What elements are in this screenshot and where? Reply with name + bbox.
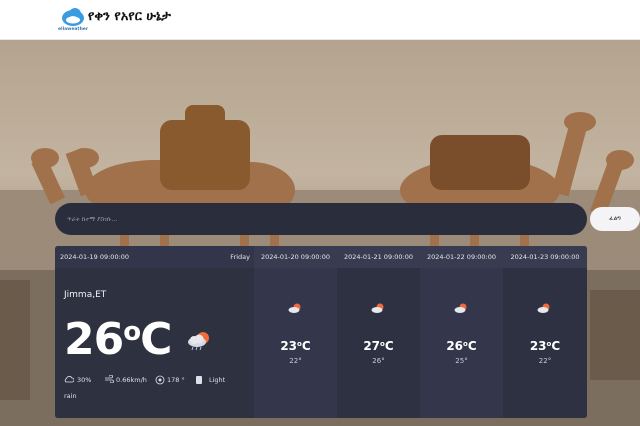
condition-value: Light bbox=[209, 376, 226, 384]
forecast-temp-value: 23 bbox=[529, 339, 547, 353]
forecast-temp-unit: C bbox=[551, 339, 561, 353]
forecast-day-3: 2024-01-22 09:00:00 26oC 25° bbox=[420, 246, 503, 418]
forecast-temp: 23oC bbox=[503, 339, 587, 353]
current-weather-header: 2024-01-19 09:00:00 Friday bbox=[55, 246, 254, 268]
forecast-temp-value: 26 bbox=[446, 339, 464, 353]
forecast-temp-unit: C bbox=[384, 339, 394, 353]
city-search-input[interactable] bbox=[59, 206, 525, 232]
forecast-low: 25° bbox=[455, 357, 468, 365]
current-temp-unit: C bbox=[140, 314, 172, 365]
forecast-day-2: 2024-01-21 09:00:00 27oC 26° bbox=[337, 246, 420, 418]
forecast-datetime: 2024-01-22 09:00:00 bbox=[420, 246, 503, 268]
cloud-value: 30% bbox=[77, 376, 92, 384]
compass-icon bbox=[155, 375, 165, 385]
weather-panel: 2024-01-19 09:00:00 Friday Jimma,ET 26oC… bbox=[55, 246, 587, 418]
sun-cloud-icon bbox=[454, 303, 467, 313]
top-header: ellaweather የቀን የአየር ሁኔታ bbox=[0, 0, 640, 40]
forecast-low: 22° bbox=[538, 357, 552, 365]
sun-cloud-icon bbox=[288, 303, 301, 313]
forecast-temp-unit: C bbox=[301, 339, 311, 353]
forecast-day-1: 2024-01-20 09:00:00 23oC 22° bbox=[254, 246, 337, 418]
condition-value-2: rain bbox=[64, 392, 77, 400]
cloud-rain-sun-icon bbox=[188, 332, 209, 351]
forecast-temp: 23oC bbox=[254, 339, 337, 353]
search-bar: ፈልግ bbox=[55, 203, 640, 235]
forecast-temp: 26oC bbox=[420, 339, 503, 353]
sun-cloud-icon bbox=[537, 303, 550, 313]
forecast-low: 22° bbox=[289, 357, 302, 365]
current-temp-value: 26 bbox=[64, 314, 124, 365]
current-weather-card: 2024-01-19 09:00:00 Friday Jimma,ET 26oC… bbox=[55, 246, 254, 418]
forecast-temp-unit: C bbox=[467, 339, 477, 353]
wind-value: 0.66km/h bbox=[116, 376, 147, 384]
direction-value: 178 ° bbox=[167, 376, 185, 384]
forecast-datetime: 2024-01-21 09:00:00 bbox=[337, 246, 420, 268]
logo-text: ellaweather bbox=[58, 27, 89, 32]
forecast-temp-value: 27 bbox=[363, 339, 381, 353]
current-datetime: 2024-01-19 09:00:00 bbox=[60, 253, 130, 261]
forecast-day-4: 2024-01-23 09:00:00 23oC 22° bbox=[503, 246, 587, 418]
search-button[interactable]: ፈልግ bbox=[590, 207, 640, 231]
current-day: Friday bbox=[230, 253, 250, 261]
site-title: የቀን የአየር ሁኔታ bbox=[88, 9, 171, 24]
sun-cloud-icon bbox=[371, 303, 384, 313]
location-name: Jimma,ET bbox=[64, 290, 107, 300]
forecast-low: 26° bbox=[372, 357, 385, 365]
current-temperature: 26oC bbox=[64, 314, 172, 365]
cloud-icon bbox=[64, 376, 74, 383]
umbrella-icon bbox=[196, 376, 202, 384]
forecast-temp-value: 23 bbox=[280, 339, 298, 353]
forecast-temp: 27oC bbox=[337, 339, 420, 353]
wind-icon bbox=[105, 375, 114, 383]
forecast-datetime: 2024-01-20 09:00:00 bbox=[254, 246, 337, 268]
forecast-datetime: 2024-01-23 09:00:00 bbox=[503, 246, 587, 268]
degree-symbol: o bbox=[123, 317, 141, 347]
